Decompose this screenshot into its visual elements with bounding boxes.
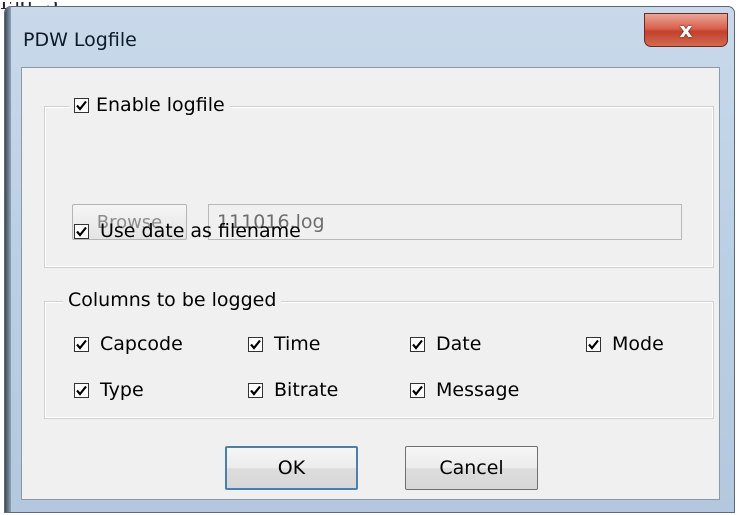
enable-logfile-checkbox[interactable]: Enable logfile: [69, 94, 230, 116]
checkbox-checked-icon: [74, 97, 89, 113]
use-date-label: Use date as filename: [100, 220, 301, 242]
checkbox-checked-icon: [248, 336, 263, 352]
checkbox-checked-icon: [74, 382, 89, 398]
checkbox-checked-icon: [74, 336, 89, 352]
column-capcode-label: Capcode: [100, 333, 183, 355]
logfile-group: Enable logfile: [44, 94, 714, 268]
column-date-checkbox[interactable]: Date: [410, 333, 481, 355]
columns-group-title: Columns to be logged: [63, 289, 282, 311]
use-date-checkbox[interactable]: Use date as filename: [74, 220, 301, 242]
checkbox-checked-icon: [410, 336, 425, 352]
column-mode-label: Mode: [612, 333, 664, 355]
column-date-label: Date: [436, 333, 482, 355]
column-message-label: Message: [436, 379, 520, 401]
column-bitrate-label: Bitrate: [274, 379, 339, 401]
column-capcode-checkbox[interactable]: Capcode: [74, 333, 183, 355]
checkbox-checked-icon: [74, 223, 89, 239]
close-icon: x: [679, 18, 693, 42]
window-edge-shade: [5, 7, 11, 512]
checkbox-checked-icon: [586, 336, 601, 352]
window-title: PDW Logfile: [23, 29, 137, 51]
ok-button[interactable]: OK: [225, 446, 358, 490]
cancel-button[interactable]: Cancel: [405, 446, 538, 490]
column-bitrate-checkbox[interactable]: Bitrate: [248, 379, 338, 401]
enable-logfile-label: Enable logfile: [96, 94, 225, 116]
dialog-window: PDW Logfile x Enable logfile Browse 1110…: [4, 6, 735, 513]
checkbox-checked-icon: [248, 382, 263, 398]
column-mode-checkbox[interactable]: Mode: [586, 333, 664, 355]
checkbox-checked-icon: [410, 382, 425, 398]
column-type-label: Type: [100, 379, 144, 401]
column-message-checkbox[interactable]: Message: [410, 379, 519, 401]
close-button[interactable]: x: [644, 13, 728, 47]
column-type-checkbox[interactable]: Type: [74, 379, 144, 401]
column-time-checkbox[interactable]: Time: [248, 333, 321, 355]
columns-group: Columns to be logged: [44, 289, 714, 419]
dialog-client-area: Enable logfile Browse 111016.log Use dat…: [21, 67, 720, 500]
column-time-label: Time: [274, 333, 321, 355]
